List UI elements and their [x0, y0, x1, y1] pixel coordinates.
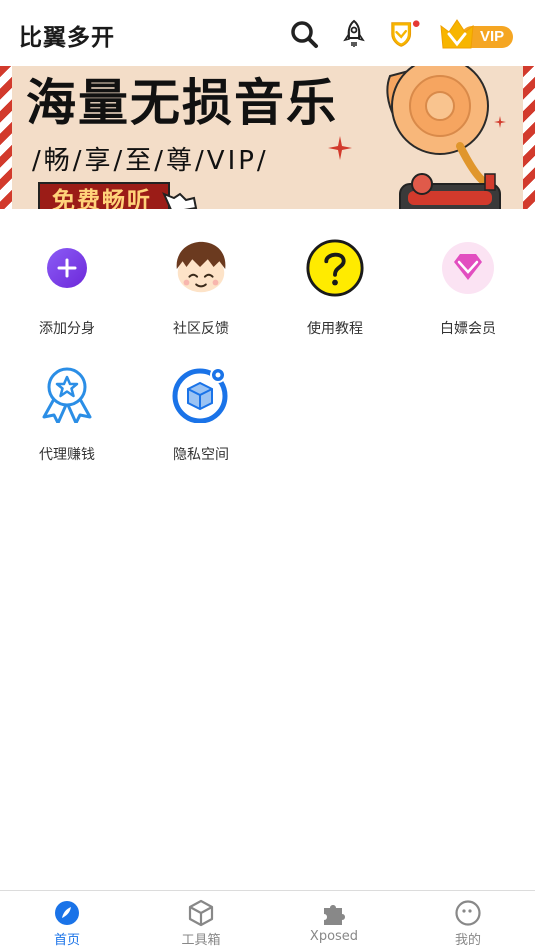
grid-item-community-feedback[interactable]: 社区反馈	[134, 210, 268, 337]
grid-item-private-space[interactable]: 隐私空间	[134, 336, 268, 463]
gramophone-illustration	[328, 66, 506, 209]
puzzle-icon	[320, 899, 348, 927]
banner-free-listen-button[interactable]: 免费畅听	[38, 182, 170, 209]
add-circle-icon	[37, 238, 97, 298]
tab-xposed[interactable]: Xposed	[267, 891, 401, 951]
diamond-icon	[438, 238, 498, 298]
tab-label: 工具箱	[181, 933, 221, 948]
cartoon-face-icon	[171, 238, 231, 298]
banner-subtitle: /畅/享/至/尊/VIP/	[32, 146, 269, 176]
grid-item-label: 使用教程	[307, 321, 363, 337]
shield-badge-icon[interactable]	[388, 18, 420, 50]
rocket-icon[interactable]	[338, 18, 370, 50]
question-mark-icon	[305, 238, 365, 298]
pointing-hand-icon	[162, 192, 198, 209]
vip-crown-icon[interactable]: VIP	[439, 16, 515, 52]
tab-label: 首页	[53, 933, 80, 948]
app-title: 比翼多开	[19, 25, 115, 51]
grid-item-add-clone[interactable]: 添加分身	[0, 210, 134, 337]
private-box-icon	[171, 364, 231, 424]
tab-home[interactable]: 首页	[0, 891, 134, 951]
banner-title: 海量无损音乐	[26, 74, 338, 132]
grid-item-free-membership[interactable]: 白嫖会员	[401, 210, 535, 337]
home-icon	[53, 899, 81, 927]
vip-label: VIP	[480, 28, 505, 45]
tab-label: Xposed	[309, 929, 359, 944]
tab-label: 我的	[454, 933, 481, 948]
search-icon[interactable]	[288, 18, 320, 50]
tab-me[interactable]: 我的	[401, 891, 535, 951]
toolbox-cube-icon	[187, 899, 215, 927]
grid-item-label: 白嫖会员	[440, 321, 496, 337]
grid-item-tutorial[interactable]: 使用教程	[268, 210, 402, 337]
app-header: 比翼多开 VIP	[0, 0, 535, 66]
grid-item-label: 代理赚钱	[39, 447, 95, 463]
grid-item-label: 添加分身	[39, 321, 95, 337]
grid-item-agent-earn[interactable]: 代理赚钱	[0, 336, 134, 463]
banner-stripe-left	[0, 66, 12, 209]
grid-item-label: 社区反馈	[173, 321, 229, 337]
promo-banner[interactable]: 海量无损音乐 /畅/享/至/尊/VIP/ 免费畅听	[0, 66, 535, 209]
bottom-tab-bar: 首页 工具箱 Xposed 我的	[0, 890, 535, 951]
award-ribbon-icon	[37, 364, 97, 424]
profile-face-icon	[454, 899, 482, 927]
tab-toolbox[interactable]: 工具箱	[134, 891, 268, 951]
grid-item-label: 隐私空间	[173, 447, 229, 463]
